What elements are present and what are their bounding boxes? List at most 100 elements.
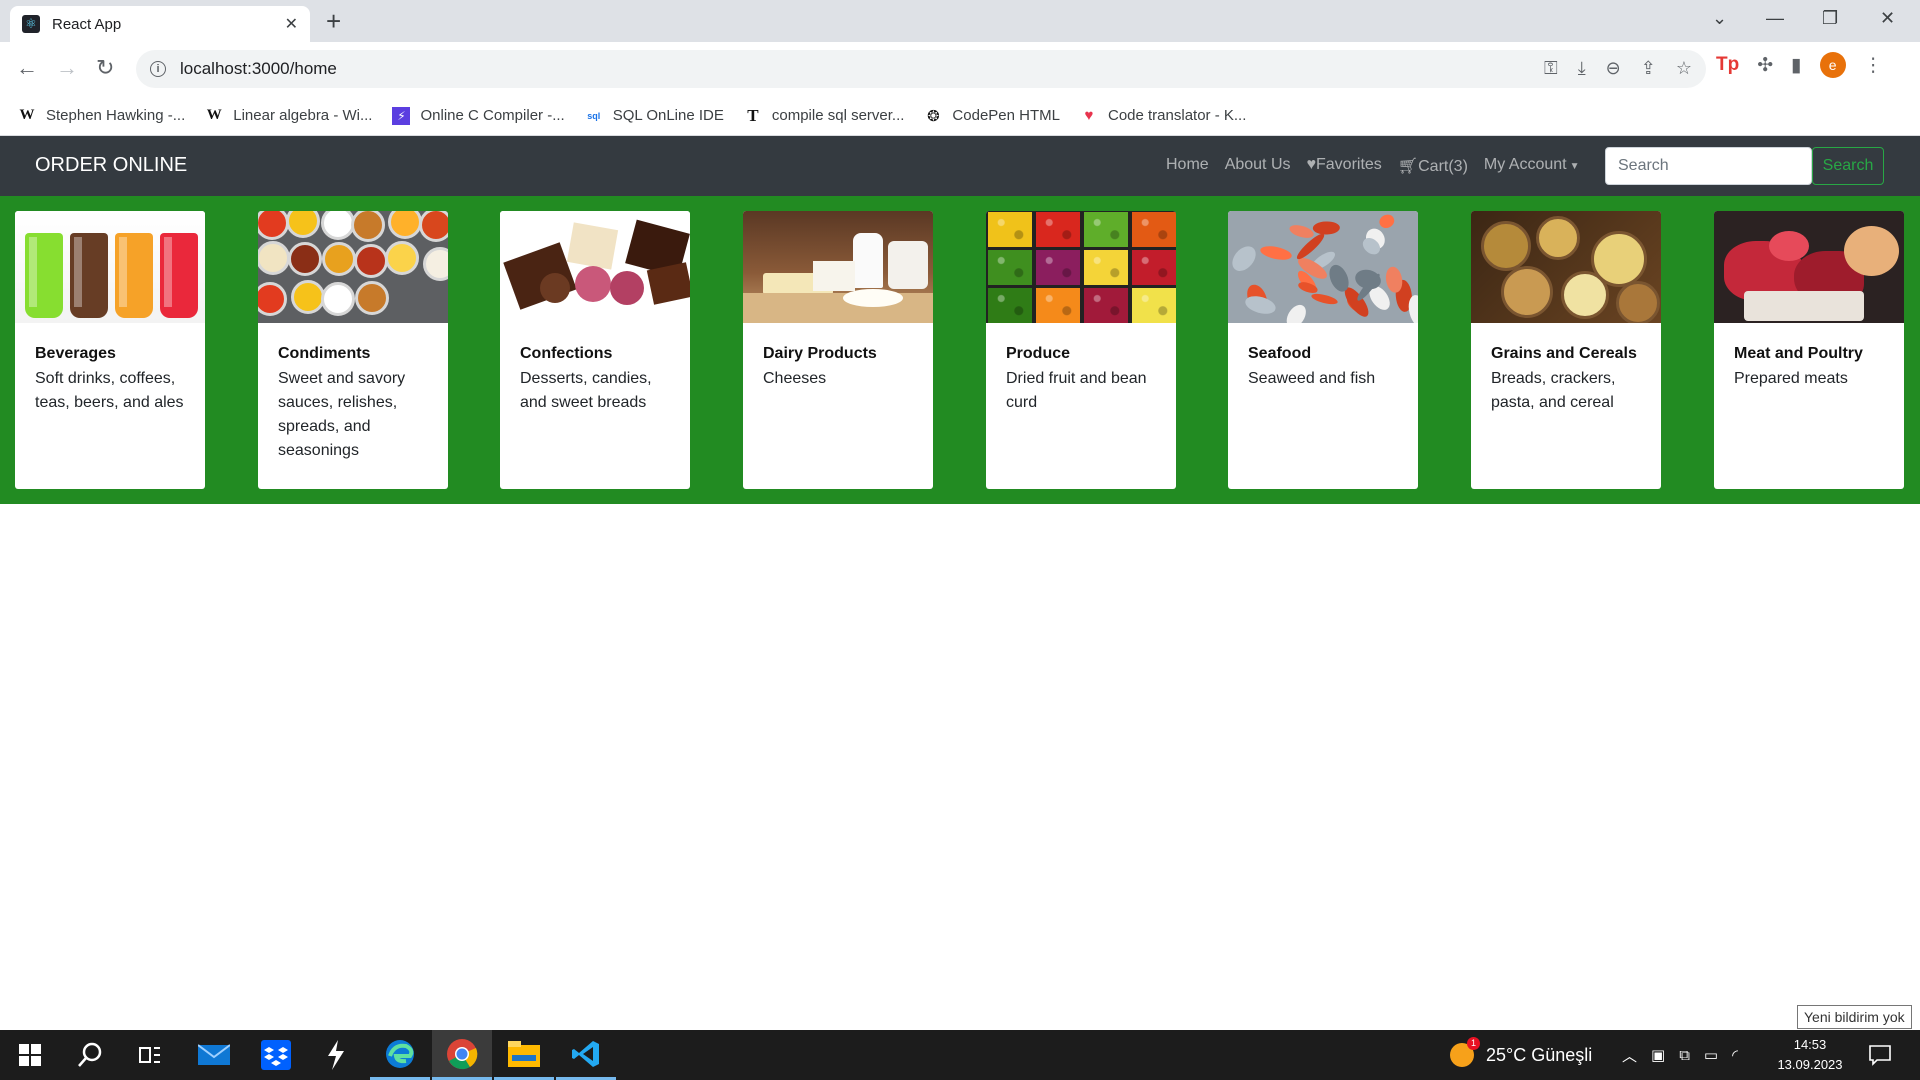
tray-chevron-up-icon[interactable]: ︿ <box>1622 1045 1637 1066</box>
restore-icon[interactable]: ❐ <box>1822 8 1838 29</box>
card-description: Breads, crackers, pasta, and cereal <box>1491 370 1616 411</box>
bookmark-item[interactable]: ♥ Code translator - K... <box>1080 107 1247 125</box>
nav-account-dropdown[interactable]: My Account ▼ <box>1484 156 1580 176</box>
reload-icon[interactable]: ↻ <box>96 56 114 80</box>
bookmark-item[interactable]: ⚡ Online C Compiler -... <box>392 106 565 125</box>
profile-avatar[interactable]: e <box>1819 52 1846 78</box>
windows-taskbar: 1 25°C Güneşli ︿ ▣ ⧉ ▭ ◜ 14:53 13.09.202… <box>0 1030 1920 1080</box>
category-band: Beverages Soft drinks, coffees, teas, bee… <box>0 196 1920 504</box>
extensions-puzzle-icon[interactable]: ✣ <box>1757 54 1773 77</box>
card-description: Soft drinks, coffees, teas, beers, and a… <box>35 370 184 411</box>
category-card[interactable]: Beverages Soft drinks, coffees, teas, bee… <box>15 211 205 489</box>
bookmark-item[interactable]: W Stephen Hawking -... <box>18 107 186 125</box>
vscode-icon[interactable] <box>556 1030 616 1080</box>
battery-icon[interactable]: ▭ <box>1704 1046 1718 1064</box>
display-icon[interactable]: ⧉ <box>1679 1047 1690 1064</box>
brand-title[interactable]: ORDER ONLINE <box>35 154 187 177</box>
t-letter-icon: T <box>747 105 759 125</box>
forward-icon[interactable]: → <box>56 56 78 80</box>
password-key-icon[interactable]: ⚿ <box>1544 58 1558 79</box>
bookmark-item[interactable]: Tcompile sql server... <box>744 105 905 125</box>
search-taskbar-icon[interactable] <box>60 1030 120 1080</box>
search-input[interactable] <box>1605 147 1812 185</box>
file-explorer-icon[interactable] <box>494 1030 554 1080</box>
weather-text: 25°C Güneşli <box>1486 1044 1593 1065</box>
bookmark-item[interactable]: W Linear algebra - Wi... <box>205 107 373 125</box>
card-title: Meat and Poultry <box>1734 345 1863 362</box>
card-description: Seaweed and fish <box>1248 370 1376 387</box>
tab-search-icon[interactable]: ⌄ <box>1712 8 1727 29</box>
site-info-icon[interactable]: i <box>150 61 166 77</box>
zoom-icon[interactable]: ⊖ <box>1606 58 1621 79</box>
bookmark-item[interactable]: sql SQL OnLine IDE <box>585 107 724 125</box>
search-button[interactable]: Search <box>1812 147 1884 185</box>
category-card[interactable]: Meat and Poultry Prepared meats <box>1714 211 1904 489</box>
nav-about-link[interactable]: About Us <box>1225 156 1291 176</box>
start-windows-icon[interactable] <box>0 1030 60 1080</box>
mail-icon[interactable] <box>184 1030 244 1080</box>
notification-tooltip: Yeni bildirim yok <box>1797 1005 1912 1029</box>
codepen-icon: ❂ <box>927 107 940 125</box>
app-navbar: ORDER ONLINE Home About Us ♥Favorites 🛒︎… <box>0 136 1920 196</box>
category-card[interactable]: Seafood Seaweed and fish <box>1228 211 1418 489</box>
clock[interactable]: 14:53 13.09.2023 <box>1770 1035 1850 1075</box>
bookmark-label: CodePen HTML <box>952 107 1060 124</box>
side-panel-icon[interactable]: ▮ <box>1791 54 1801 77</box>
bookmark-star-icon[interactable]: ☆ <box>1676 58 1692 79</box>
close-window-icon[interactable]: ✕ <box>1880 8 1895 29</box>
card-title: Produce <box>1006 345 1071 362</box>
close-tab-icon[interactable]: ✕ <box>285 14 298 34</box>
dairy-image <box>743 211 933 323</box>
favorites-label: Favorites <box>1316 156 1382 173</box>
back-icon[interactable]: ← <box>16 56 38 80</box>
chrome-browser-icon[interactable] <box>432 1030 492 1080</box>
confections-image <box>500 211 690 323</box>
category-card[interactable]: Produce Dried fruit and bean curd <box>986 211 1176 489</box>
card-body: Produce Dried fruit and bean curd <box>986 323 1176 415</box>
card-body: Dairy Products Cheeses <box>743 323 933 391</box>
nav-home-link[interactable]: Home <box>1166 156 1209 176</box>
account-label: My Account <box>1483 156 1567 173</box>
address-bar[interactable]: i localhost:3000/home ⚿ ⤓ ⊖ ⇪ ☆ <box>136 50 1706 88</box>
bookmark-label: Linear algebra - Wi... <box>233 107 373 124</box>
nav-favorites-link[interactable]: ♥Favorites <box>1307 156 1382 176</box>
category-card[interactable]: Confections Desserts, candies, and sweet … <box>500 211 690 489</box>
bookmark-label: compile sql server... <box>771 107 905 124</box>
new-tab-icon[interactable]: + <box>326 8 341 34</box>
dropbox-icon[interactable] <box>246 1030 306 1080</box>
sql-icon: sql <box>587 110 601 121</box>
cart-icon: 🛒︎ <box>1397 158 1419 175</box>
extension-tp-icon[interactable]: Tp <box>1716 54 1739 76</box>
bolt-compiler-icon: ⚡ <box>392 106 411 125</box>
share-icon[interactable]: ⇪ <box>1641 58 1656 79</box>
bookmark-label: Code translator - K... <box>1107 107 1247 124</box>
nav-cart-link[interactable]: 🛒︎Cart(3) <box>1398 156 1468 176</box>
browser-tab[interactable]: ⚛ React App ✕ <box>10 6 310 42</box>
edge-browser-icon[interactable] <box>370 1030 430 1080</box>
card-title: Seafood <box>1248 345 1312 362</box>
category-card[interactable]: Dairy Products Cheeses <box>743 211 933 489</box>
wifi-icon[interactable]: ◜ <box>1732 1046 1738 1064</box>
category-card[interactable]: Grains and Cereals Breads, crackers, past… <box>1471 211 1661 489</box>
sun-weather-icon: 1 <box>1450 1037 1480 1067</box>
task-view-icon[interactable] <box>120 1030 180 1080</box>
bookmark-item[interactable]: ❂ CodePen HTML <box>924 107 1060 125</box>
url-text: localhost:3000/home <box>180 59 337 78</box>
weather-badge: 1 <box>1467 1037 1480 1050</box>
card-title: Condiments <box>278 345 371 362</box>
card-body: Confections Desserts, candies, and sweet … <box>500 323 690 415</box>
weather-widget[interactable]: 1 25°C Güneşli <box>1450 1030 1592 1080</box>
notification-center-icon[interactable] <box>1850 1030 1910 1080</box>
category-card[interactable]: Condiments Sweet and savory sauces, relis… <box>258 211 448 489</box>
menu-kebab-icon[interactable]: ⋮ <box>1864 54 1883 77</box>
card-title: Beverages <box>35 345 116 362</box>
meet-now-icon[interactable]: ▣ <box>1651 1046 1665 1064</box>
install-app-icon[interactable]: ⤓ <box>1578 58 1586 79</box>
bookmark-label: Stephen Hawking -... <box>46 107 186 124</box>
meat-image <box>1714 211 1904 323</box>
produce-image <box>986 211 1176 323</box>
bolt-app-icon[interactable] <box>306 1030 366 1080</box>
bookmark-label: SQL OnLine IDE <box>612 107 724 124</box>
nav-links: Home About Us ♥Favorites 🛒︎Cart(3) My Ac… <box>1166 156 1580 176</box>
minimize-icon[interactable]: — <box>1766 8 1784 29</box>
